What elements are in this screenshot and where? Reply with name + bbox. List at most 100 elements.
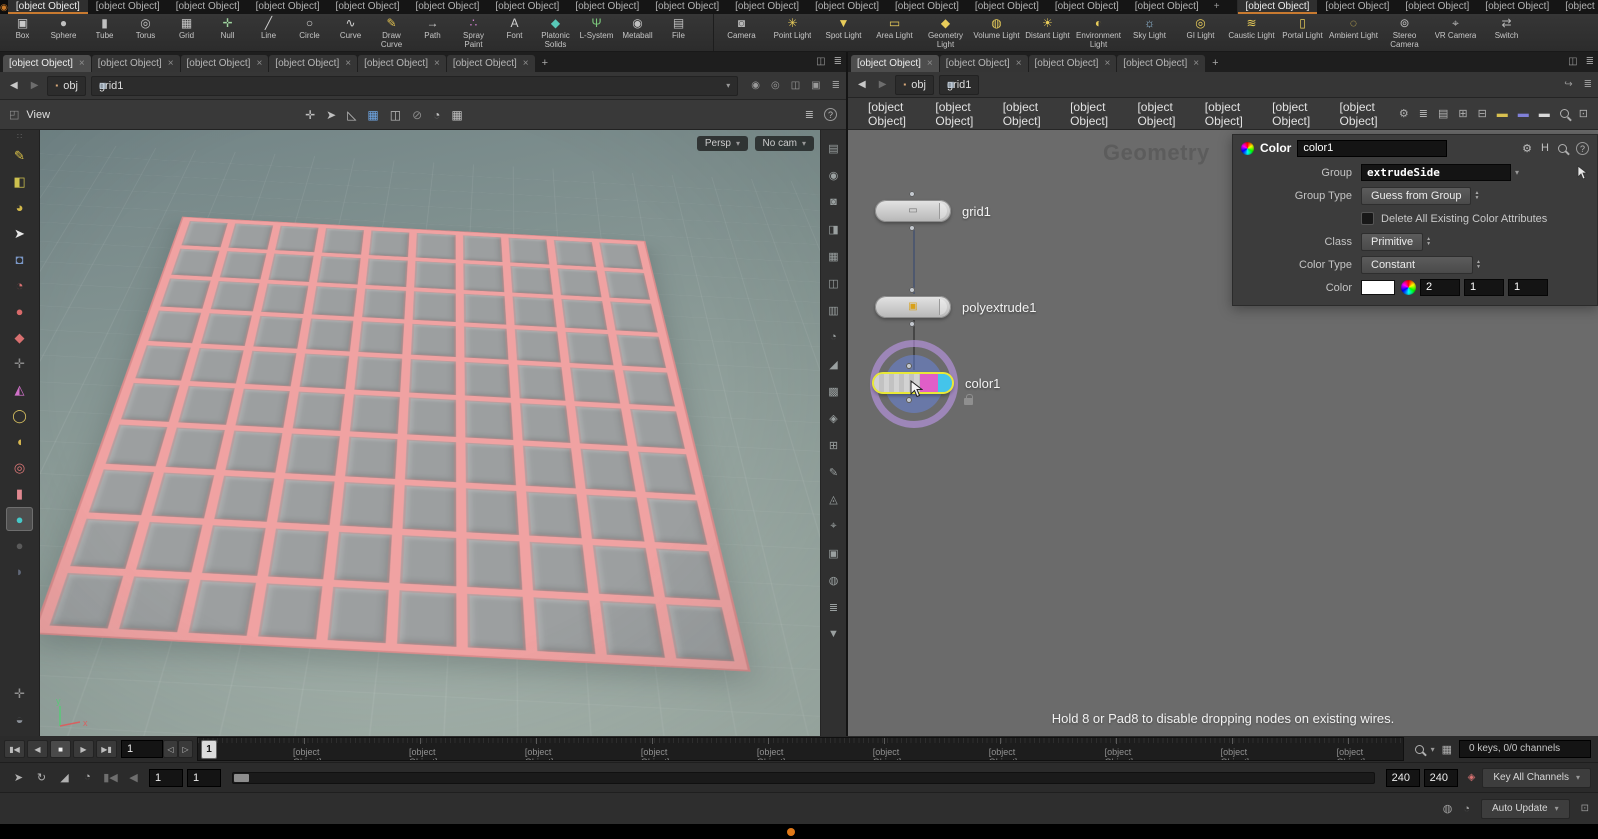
mirror-icon[interactable]: ◈ [823,405,845,431]
pane-menu-icon[interactable]: ≣ [830,52,846,72]
expand-icon[interactable]: ▼ [823,621,845,647]
camera-view-icon[interactable]: ◉ [823,162,845,188]
shelf-tool[interactable]: ◎ Torus [125,15,166,51]
shelf-tool[interactable]: → Path [412,15,453,51]
playhead[interactable]: 1 [201,740,217,759]
select-arrow-icon[interactable]: ➤ [326,108,336,122]
node-path-field[interactable]: ▦ grid1 ▾ [90,75,739,96]
shelf-tool[interactable]: ▦ Grid [166,15,207,51]
shelf-set-tab[interactable]: [object Object] [328,0,408,14]
translate-tool[interactable]: ✛ [6,351,33,375]
frame-icon[interactable]: ◫ [390,108,401,122]
peek-tool[interactable]: ◒ [6,707,33,731]
shelf-tool[interactable]: ◍ Volume Light [971,15,1022,51]
pane-tab[interactable]: [object Object] × [939,55,1028,72]
tab-close-icon[interactable]: × [1104,55,1110,72]
tab-close-icon[interactable]: × [1193,55,1199,72]
tube-tool[interactable]: ▮ [6,481,33,505]
lens-icon[interactable]: ◍ [823,567,845,593]
pane-icon[interactable]: ◰ [9,108,19,121]
tab-close-icon[interactable]: × [79,55,85,72]
select-group-icon[interactable] [1577,165,1589,180]
tab-close-icon[interactable]: × [523,55,529,72]
input-connector[interactable] [909,287,915,293]
back-icon[interactable]: ◀ [854,79,870,90]
pattern-icon[interactable]: ▩ [823,378,845,404]
shelf-tool[interactable]: ▮ Tube [84,15,125,51]
timeline-zoom-icon[interactable] [1414,744,1424,754]
shelf-tool[interactable]: ◌ Ambient Light [1328,15,1379,51]
pane-tab[interactable]: [object Object] × [1028,55,1117,72]
menu-icon[interactable]: ≣ [832,80,840,91]
jump-end-button[interactable]: ▶▮ [96,740,117,758]
color-b-field[interactable]: 1 [1508,279,1548,296]
shelf-tool[interactable]: ◉ Metaball [617,15,658,51]
shelf-set-tab[interactable]: [object Object] [647,0,727,14]
tab-close-icon[interactable]: × [345,55,351,72]
menu-item[interactable]: [object Object] [858,98,925,130]
shelf-tool[interactable]: ≋ Caustic Light [1226,15,1277,51]
color-r-field[interactable]: 2 [1420,279,1460,296]
shelf-set-tab[interactable]: [object Object] [967,0,1047,14]
select-tool[interactable]: ➤ [6,221,33,245]
forward-icon[interactable]: ▶ [875,79,891,90]
tab-close-icon[interactable]: × [1016,55,1022,72]
shelf-set-tab[interactable]: [object Object] [1047,0,1127,14]
color-swatch[interactable] [1361,280,1395,295]
message-log-icon[interactable]: ◍ [1443,802,1453,815]
shelf-tool[interactable]: ● Sphere [43,15,84,51]
jump-start-button[interactable]: ▮◀ [4,740,25,758]
pane-split-icon[interactable]: ◫ [812,52,829,72]
stop-button[interactable]: ■ [50,740,71,758]
shelf-set-tab[interactable]: [object Object] [248,0,328,14]
shelf-tool[interactable]: ⊚ Stereo Camera [1379,15,1430,51]
wrench-tool[interactable]: ◖ [6,429,33,453]
shelf-set-tab[interactable]: [object Object] [1557,0,1598,14]
wireframe-icon[interactable]: ▦ [823,243,845,269]
realtime-toggle-icon[interactable]: ◔ [76,771,99,784]
color-g-field[interactable]: 1 [1464,279,1504,296]
shelf-set-tab[interactable]: [object Object] [1477,0,1557,14]
range-handle[interactable] [234,773,249,782]
secure-selection-lock[interactable]: ◘ [6,247,33,271]
shelf-set-tab[interactable]: [object Object] [727,0,807,14]
edit-tool[interactable]: ✎ [6,143,33,167]
ramp-icon[interactable]: ◢ [53,771,76,784]
shelf-tool[interactable]: ∿ Curve [330,15,371,51]
pin-icon[interactable]: ◉ [751,80,760,91]
gear-icon[interactable]: ⚙ [1522,142,1532,155]
view-menu-button[interactable]: Persp ▾ [696,136,748,151]
disable-snap-icon[interactable]: ⊘ [412,108,422,122]
frame-all-icon[interactable]: ⊡ [1579,107,1588,120]
color-wheel-icon[interactable] [1401,280,1416,295]
pane-tab[interactable]: [object Object] × [358,55,446,72]
performance-icon[interactable]: ◔ [1463,803,1470,815]
sphere-tool[interactable]: ● [6,507,33,531]
help-icon[interactable]: ? [824,108,837,121]
shelf-set-tab[interactable]: [object Object] [7,0,88,14]
node-flags[interactable] [939,299,947,315]
sphere-handle-tool[interactable]: ● [6,299,33,323]
slope-icon[interactable]: ◢ [823,351,845,377]
rewind-icon[interactable]: ▮◀ [99,771,122,784]
timeline-strip[interactable]: [object Object] [object Object] [object Ob… [197,737,1404,761]
add-shelf-icon[interactable]: + [1207,0,1227,14]
tab-close-icon[interactable]: × [168,55,174,72]
node-grid1[interactable]: ▭ grid1 [875,191,991,231]
list-view-icon[interactable]: ▤ [1438,107,1448,120]
spinner-icon[interactable]: ▲ ▼ [1474,190,1479,201]
jump-icon[interactable]: ↪ [1564,79,1572,90]
node-color1[interactable]: color1 [872,363,1000,403]
shelf-tool[interactable]: ○ Circle [289,15,330,51]
handle-icon[interactable]: ▣ [823,540,845,566]
notes-icon[interactable]: ▬ [1497,108,1508,120]
playback-end-field[interactable]: 240 [1385,768,1420,787]
menu-item[interactable]: [object Object] [1127,98,1194,130]
next-frame-button[interactable]: ▷ [178,740,193,758]
fill-tool[interactable]: ◕ [6,195,33,219]
circle-tool[interactable]: ◯ [6,403,33,427]
menu-item[interactable]: [object Object] [1330,98,1397,130]
shelf-set-tab[interactable]: [object Object] [88,0,168,14]
display-options-icon[interactable]: ≣ [805,108,814,121]
color-type-dropdown[interactable]: Constant [1361,255,1473,274]
